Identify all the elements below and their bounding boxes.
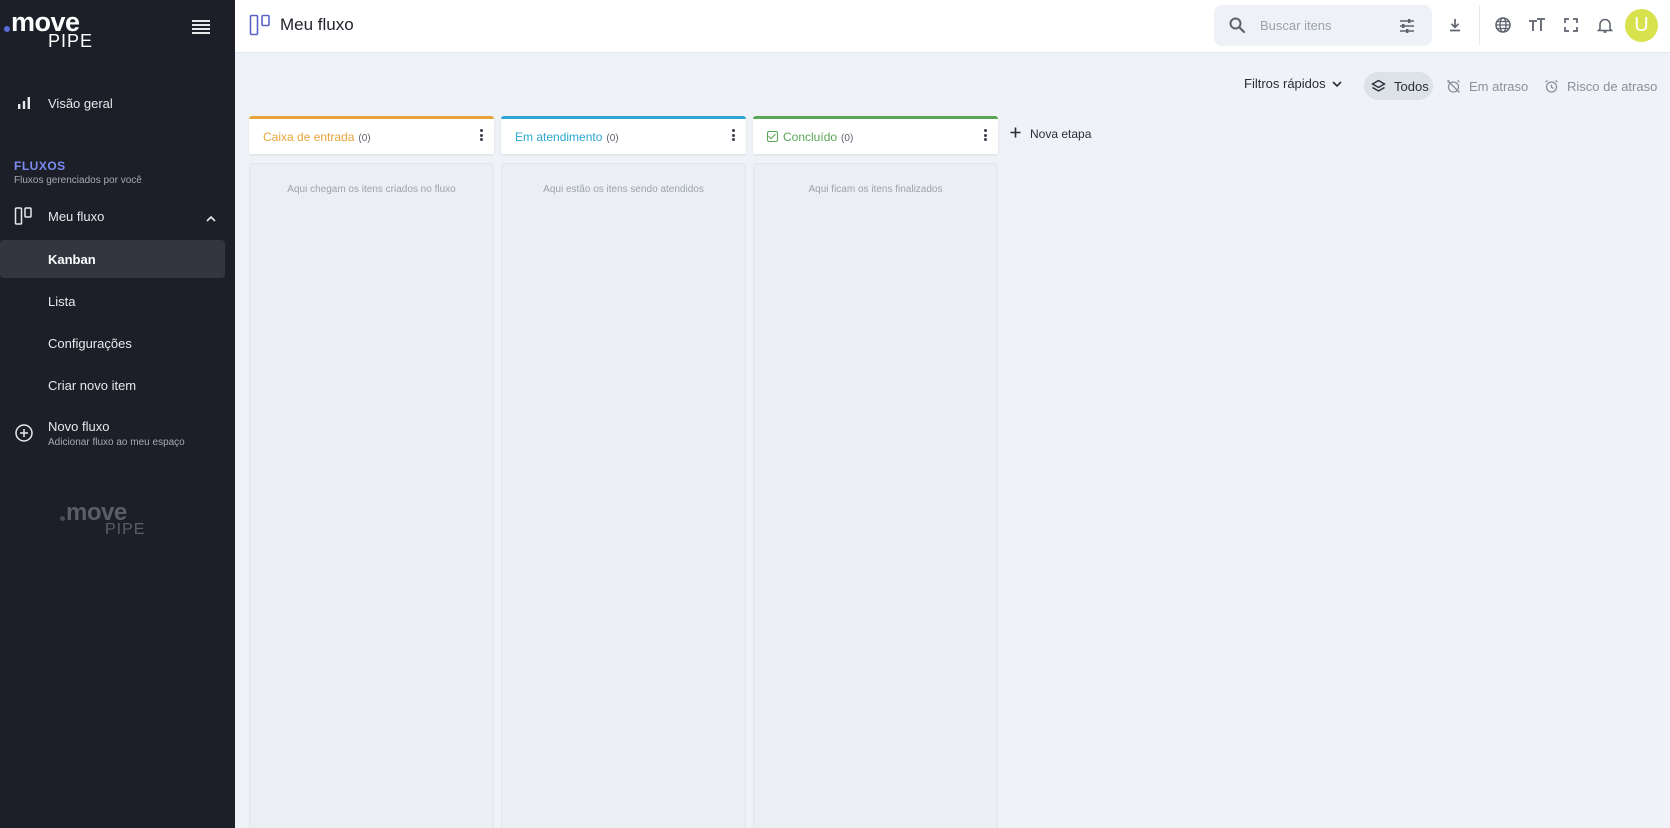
sidebar-item-kanban[interactable]: Kanban [0, 240, 225, 278]
sidebar: move PIPE Visão geral FLUXOS Fluxos gere… [0, 0, 235, 828]
search-box [1214, 5, 1432, 46]
sidebar-item-configuracoes[interactable]: Configurações [0, 324, 225, 362]
new-stage-button[interactable]: Nova etapa [1010, 127, 1091, 141]
logo-sub-text: PIPE [105, 521, 146, 538]
page-title: Meu fluxo [280, 15, 354, 34]
alarm-off-icon [1446, 78, 1462, 94]
kanban-column-concluido: Concluído (0) Aqui ficam os itens finaliz… [753, 116, 998, 828]
column-header[interactable]: Concluído (0) [753, 116, 998, 154]
more-vertical-icon[interactable] [478, 129, 484, 143]
add-circle-icon [14, 423, 34, 443]
globe-icon[interactable] [1493, 15, 1513, 35]
menu-icon[interactable] [192, 20, 210, 36]
column-title: Caixa de entrada (0) [263, 130, 371, 144]
column-header[interactable]: Em atendimento (0) [501, 116, 746, 154]
sidebar-item-lista[interactable]: Lista [0, 282, 225, 320]
new-stage-label: Nova etapa [1030, 127, 1092, 141]
column-title: Em atendimento (0) [515, 130, 619, 144]
column-dropzone[interactable]: Aqui ficam os itens finalizados [753, 163, 998, 828]
column-count: (0) [606, 133, 619, 144]
column-color-bar [249, 116, 494, 119]
logo-dot [4, 26, 10, 32]
kanban-column-caixa-de-entrada: Caixa de entrada (0) Aqui chegam os itens… [249, 116, 494, 828]
filter-risco-de-atraso[interactable]: Risco de atraso [1544, 72, 1657, 100]
column-dropzone[interactable]: Aqui estão os itens sendo atendidos [501, 163, 746, 828]
sidebar-item-label: Kanban [48, 251, 96, 267]
filter-todos[interactable]: Todos [1364, 72, 1433, 100]
more-vertical-icon[interactable] [982, 129, 988, 143]
layers-icon [1371, 78, 1387, 94]
plus-icon [1010, 127, 1021, 141]
check-box-icon [767, 131, 778, 142]
column-count: (0) [841, 133, 854, 144]
kanban-icon [249, 14, 273, 36]
logo-sub-text: PIPE [48, 31, 94, 51]
filter-label: Todos [1394, 78, 1429, 94]
column-color-bar [501, 116, 746, 119]
kanban-icon [14, 206, 34, 226]
filter-label: Risco de atraso [1567, 78, 1658, 94]
quick-filters-dropdown[interactable]: Filtros rápidos [1244, 76, 1342, 91]
text-size-icon[interactable] [1527, 15, 1547, 35]
tune-icon[interactable] [1398, 17, 1416, 35]
avatar[interactable]: U [1625, 9, 1658, 42]
footer-logo: move PIPE [60, 500, 150, 540]
kanban-column-em-atendimento: Em atendimento (0) Aqui estão os itens se… [501, 116, 746, 828]
logo-dot [60, 516, 65, 521]
alarm-icon [1544, 78, 1560, 94]
bar-chart-icon [14, 93, 34, 113]
section-subtitle: Fluxos gerenciados por você [14, 175, 142, 186]
column-empty-text: Aqui chegam os itens criados no fluxo [287, 184, 456, 195]
new-flow-label: Novo fluxo [48, 419, 110, 434]
sidebar-item-label: Lista [48, 293, 76, 309]
column-title: Concluído (0) [767, 130, 853, 144]
section-title: FLUXOS [14, 159, 66, 173]
sidebar-item-label: Configurações [48, 335, 132, 351]
column-header[interactable]: Caixa de entrada (0) [249, 116, 494, 154]
quick-filters-label: Filtros rápidos [1244, 76, 1326, 91]
column-empty-text: Aqui estão os itens sendo atendidos [543, 184, 704, 195]
toolbar-divider [1479, 5, 1480, 45]
sidebar-item-criar-novo-item[interactable]: Criar novo item [0, 366, 225, 404]
column-empty-text: Aqui ficam os itens finalizados [808, 184, 943, 195]
search-input[interactable] [1260, 15, 1390, 35]
download-icon[interactable] [1445, 15, 1465, 35]
filter-label: Em atraso [1469, 78, 1529, 94]
new-flow-sublabel: Adicionar fluxo ao meu espaço [48, 437, 185, 448]
sidebar-item-label: Criar novo item [48, 377, 137, 393]
brand-logo[interactable]: move PIPE [4, 8, 94, 51]
sidebar-item-label: Visão geral [48, 95, 113, 111]
more-vertical-icon[interactable] [730, 129, 736, 143]
top-bar: Meu fluxo U [235, 0, 1670, 53]
column-color-bar [753, 116, 998, 119]
sidebar-flow-meu-fluxo[interactable]: Meu fluxo [0, 197, 225, 235]
new-flow-button[interactable]: Novo fluxo Adicionar fluxo ao meu espaço [0, 415, 225, 455]
sidebar-item-overview[interactable]: Visão geral [0, 84, 225, 122]
bell-icon[interactable] [1595, 15, 1615, 35]
chevron-up-icon[interactable] [206, 210, 216, 228]
filter-em-atraso[interactable]: Em atraso [1446, 72, 1528, 100]
search-icon [1228, 16, 1246, 34]
chevron-down-icon [1332, 76, 1342, 91]
column-count: (0) [358, 133, 371, 144]
sidebar-flow-label: Meu fluxo [48, 208, 105, 224]
fullscreen-icon[interactable] [1561, 15, 1581, 35]
column-dropzone[interactable]: Aqui chegam os itens criados no fluxo [249, 163, 494, 828]
